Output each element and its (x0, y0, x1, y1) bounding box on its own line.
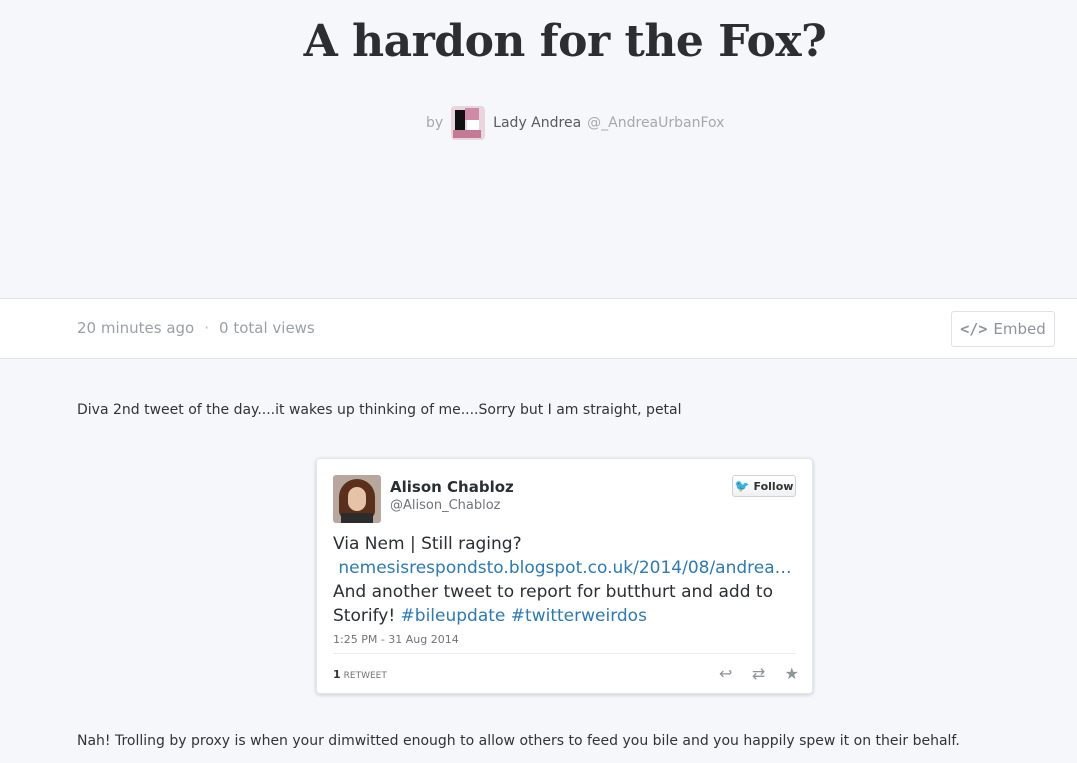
tweet-author-name[interactable]: Alison Chabloz (390, 478, 514, 496)
tweet-actions: ↩ ⇄ ★ (719, 664, 799, 683)
embedded-tweet: Alison Chabloz @Alison_Chabloz 🐦 Follow … (316, 458, 813, 694)
story-text-2: Nah! Trolling by proxy is when your dimw… (77, 733, 960, 749)
story-meta-bar: 20 minutes ago · 0 total views </> Embed (0, 298, 1077, 359)
follow-button[interactable]: 🐦 Follow (732, 475, 796, 497)
favorite-icon[interactable]: ★ (785, 664, 799, 683)
embed-label: Embed (993, 320, 1046, 338)
story-text-1: Diva 2nd tweet of the day....it wakes up… (77, 402, 682, 418)
tweet-author-handle[interactable]: @Alison_Chabloz (390, 498, 501, 513)
time-ago: 20 minutes ago (77, 319, 195, 337)
retweet-count: 1 RETWEET (333, 668, 387, 681)
tweet-timestamp[interactable]: 1:25 PM - 31 Aug 2014 (333, 633, 459, 646)
tweet-line-1: Via Nem | Still raging? (333, 534, 522, 554)
author-handle[interactable]: @_AndreaUrbanFox (587, 115, 724, 131)
byline: by Lady Andrea @_AndreaUrbanFox (426, 106, 724, 140)
meta-separator: · (204, 319, 210, 337)
tweet-text: Via Nem | Still raging? nemesisrespondst… (333, 532, 793, 628)
view-count: 0 total views (219, 319, 315, 337)
code-icon: </> (960, 320, 988, 338)
story-header: A hardon for the Fox? by Lady Andrea @_A… (0, 0, 1077, 298)
story-title: A hardon for the Fox? (303, 16, 827, 67)
retweet-label: RETWEET (343, 671, 387, 681)
twitter-bird-icon: 🐦 (734, 479, 750, 493)
tweet-author-avatar[interactable] (333, 475, 381, 523)
retweet-icon[interactable]: ⇄ (752, 664, 765, 683)
tweet-link[interactable]: nemesisrespondsto.blogspot.co.uk/2014/08… (338, 558, 791, 578)
story-meta: 20 minutes ago · 0 total views (77, 319, 315, 337)
hashtag-bileupdate[interactable]: #bileupdate (401, 606, 506, 626)
tweet-divider (333, 653, 796, 654)
retweet-number: 1 (333, 668, 341, 681)
by-label: by (426, 115, 444, 131)
reply-icon[interactable]: ↩ (719, 664, 732, 683)
author-avatar[interactable] (451, 106, 486, 140)
follow-label: Follow (753, 479, 794, 493)
embed-button[interactable]: </> Embed (951, 311, 1055, 347)
author-name[interactable]: Lady Andrea (493, 115, 581, 131)
hashtag-twitterweirdos[interactable]: #twitterweirdos (511, 606, 647, 626)
